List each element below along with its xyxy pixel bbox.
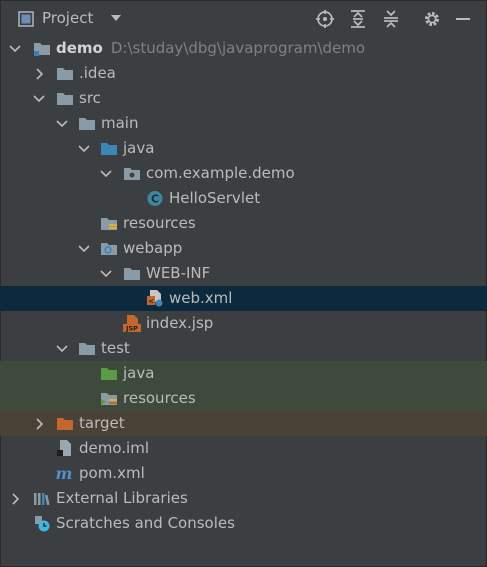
tree-item-label: demo.iml [79,439,149,457]
scratches-icon [35,516,50,532]
excluded-folder-icon [57,418,73,430]
resources-folder-icon [101,218,117,230]
tree-item-demo[interactable]: demo D:\studay\dbg\javaprogram\demo [0,36,487,61]
svg-text:m: m [56,465,73,482]
tree-item-webinf[interactable]: WEB-INF [0,261,487,286]
tree-item-label: WEB-INF [146,264,211,282]
chevron-down-icon[interactable] [33,93,45,105]
tree-item-label: demo D:\studay\dbg\javaprogram\demo [56,39,366,57]
tree-item-src[interactable]: src [0,86,487,111]
project-view-icon [18,11,34,27]
tree-item-test[interactable]: test [0,336,487,361]
panel-title[interactable]: Project [42,9,93,27]
tree-item-package[interactable]: com.example.demo [0,161,487,186]
web-folder-icon [101,243,117,255]
xml-file-icon: < [147,290,163,307]
tree-item-label: resources [123,214,196,232]
chevron-right-icon[interactable] [33,68,45,80]
tree-item-label: .idea [79,64,116,82]
tree-item-pom[interactable]: m pom.xml [0,461,487,486]
tree-item-demo-iml[interactable]: demo.iml [0,436,487,461]
gear-icon[interactable] [421,8,443,30]
expand-all-icon[interactable] [347,8,369,30]
tree-item-label: java [123,139,155,157]
locate-icon[interactable] [314,8,336,30]
tree-item-indexjsp[interactable]: JSP index.jsp [0,311,487,336]
tree-item-scratches[interactable]: Scratches and Consoles [0,511,487,536]
module-folder-icon [34,43,50,56]
svg-text:JSP: JSP [125,325,138,333]
chevron-right-icon[interactable] [9,493,21,505]
chevron-down-icon[interactable] [56,118,68,130]
folder-icon [57,93,73,105]
tree-item-label: HelloServlet [169,189,261,207]
tree-item-label: resources [123,389,196,407]
tree-item-external-libraries[interactable]: External Libraries [0,486,487,511]
maven-icon: m [56,465,73,482]
chevron-right-icon[interactable] [33,418,45,430]
tree-item-test-java[interactable]: java [0,361,487,386]
tree-item-label: main [101,114,139,132]
tree-item-label: web.xml [169,289,233,307]
tree-item-label: src [79,89,101,107]
minimize-icon[interactable] [452,8,474,30]
module-path: D:\studay\dbg\javaprogram\demo [110,39,366,57]
tree-item-target[interactable]: target [0,411,487,436]
tree-item-label: pom.xml [79,464,145,482]
chevron-down-icon[interactable] [100,268,112,280]
libraries-icon [34,493,50,506]
svg-text:C: C [151,193,159,206]
module-file-icon [57,440,71,456]
jsp-file-icon: JSP [123,315,141,332]
tree-item-webapp[interactable]: webapp [0,236,487,261]
tree-item-webxml[interactable]: < web.xml [0,286,487,311]
tree-item-label: index.jsp [146,314,214,332]
tree-item-main[interactable]: main [0,111,487,136]
tree-item-label: target [79,414,125,432]
project-panel-header: Project [0,0,487,37]
svg-text:<: < [148,298,154,306]
tree-item-label: External Libraries [56,489,188,507]
tree-item-main-resources[interactable]: resources [0,211,487,236]
tree-item-label: webapp [123,239,183,257]
folder-icon [124,268,140,280]
chevron-down-icon[interactable] [78,143,90,155]
folder-icon [79,118,95,130]
source-folder-icon [101,143,117,155]
chevron-down-icon[interactable] [100,168,112,180]
tree-item-idea[interactable]: .idea [0,61,487,86]
view-dropdown-icon[interactable] [110,13,122,23]
tree-item-test-resources[interactable]: resources [0,386,487,411]
tree-item-label: com.example.demo [146,164,295,182]
folder-icon [79,343,95,355]
java-class-icon: C [147,191,163,206]
tree-item-label: Scratches and Consoles [56,514,235,532]
tree-item-main-java[interactable]: java [0,136,487,161]
chevron-down-icon[interactable] [78,243,90,255]
tree-item-label: test [101,339,130,357]
chevron-down-icon[interactable] [9,43,21,55]
folder-icon [57,68,73,80]
test-resources-folder-icon [101,393,117,405]
chevron-down-icon[interactable] [56,343,68,355]
test-folder-icon [101,368,117,380]
tree-item-label: java [123,364,155,382]
collapse-all-icon[interactable] [380,8,402,30]
package-icon [124,168,140,180]
tree-item-helloservlet[interactable]: C HelloServlet [0,186,487,211]
